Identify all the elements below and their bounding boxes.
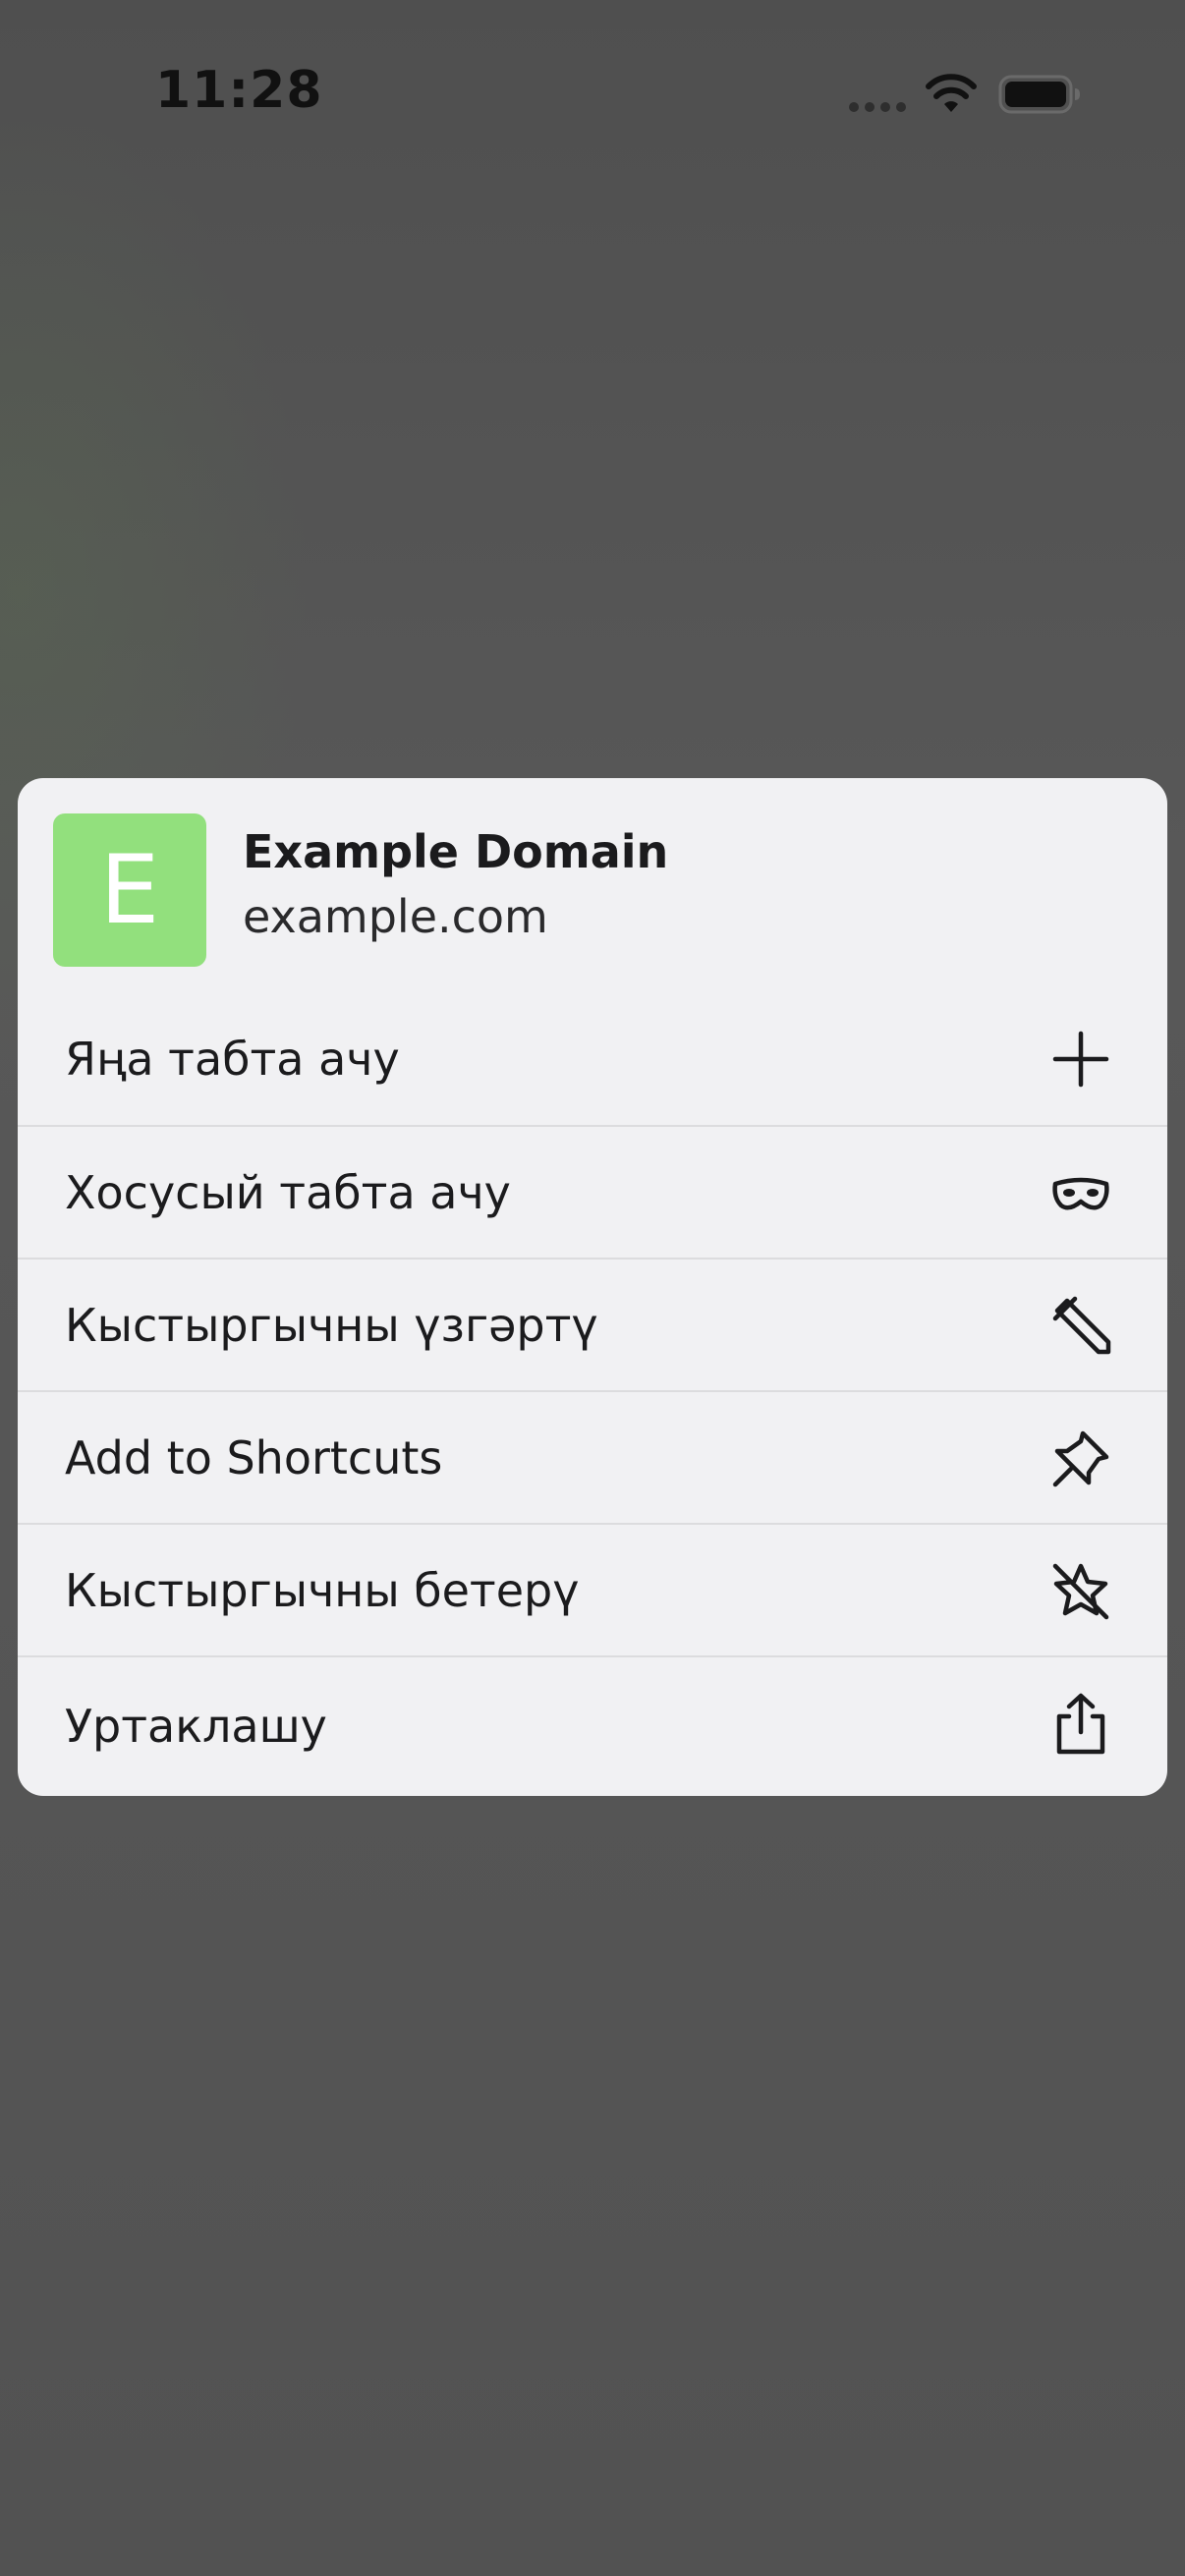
plus-icon xyxy=(1049,1028,1112,1091)
wifi-icon xyxy=(926,74,977,112)
cellular-signal-icon xyxy=(849,102,908,112)
site-favicon-letter: E xyxy=(99,835,160,945)
menu-item-add-to-shortcuts[interactable]: Add to Shortcuts xyxy=(18,1392,1167,1524)
menu-item-label: Кыстыргычны бетерү xyxy=(65,1564,580,1617)
menu-item-open-new-tab[interactable]: Яңа табта ачу xyxy=(18,975,1167,1126)
menu-item-label: Хосусый табта ачу xyxy=(65,1166,511,1219)
menu-item-label: Add to Shortcuts xyxy=(65,1431,443,1484)
menu-action-list: Яңа табта ачу Хосусый табта ачу Кыстыргы… xyxy=(18,975,1167,1796)
menu-item-remove-bookmark[interactable]: Кыстыргычны бетерү xyxy=(18,1525,1167,1656)
battery-icon xyxy=(998,75,1080,114)
menu-item-open-private-tab[interactable]: Хосусый табта ачу xyxy=(18,1127,1167,1259)
menu-item-label: Уртаклашу xyxy=(65,1700,327,1753)
link-context-menu: E Example Domain example.com Яңа табта а… xyxy=(18,778,1167,1796)
site-url: example.com xyxy=(243,890,548,943)
status-time: 11:28 xyxy=(155,61,323,120)
site-favicon-tile: E xyxy=(53,813,206,967)
menu-item-label: Кыстыргычны үзгәртү xyxy=(65,1299,598,1352)
menu-item-label: Яңа табта ачу xyxy=(65,1033,400,1086)
share-icon xyxy=(1049,1693,1112,1756)
menu-item-share[interactable]: Уртаклашу xyxy=(18,1657,1167,1796)
pin-icon xyxy=(1049,1428,1112,1490)
status-bar: 11:28 xyxy=(0,0,1185,196)
menu-item-edit-bookmark[interactable]: Кыстыргычны үзгәртү xyxy=(18,1260,1167,1391)
site-title: Example Domain xyxy=(243,825,669,878)
pencil-icon xyxy=(1049,1295,1112,1358)
private-mask-icon xyxy=(1049,1162,1112,1225)
menu-preview-header: E Example Domain example.com xyxy=(18,778,1167,975)
star-slash-icon xyxy=(1049,1560,1112,1623)
